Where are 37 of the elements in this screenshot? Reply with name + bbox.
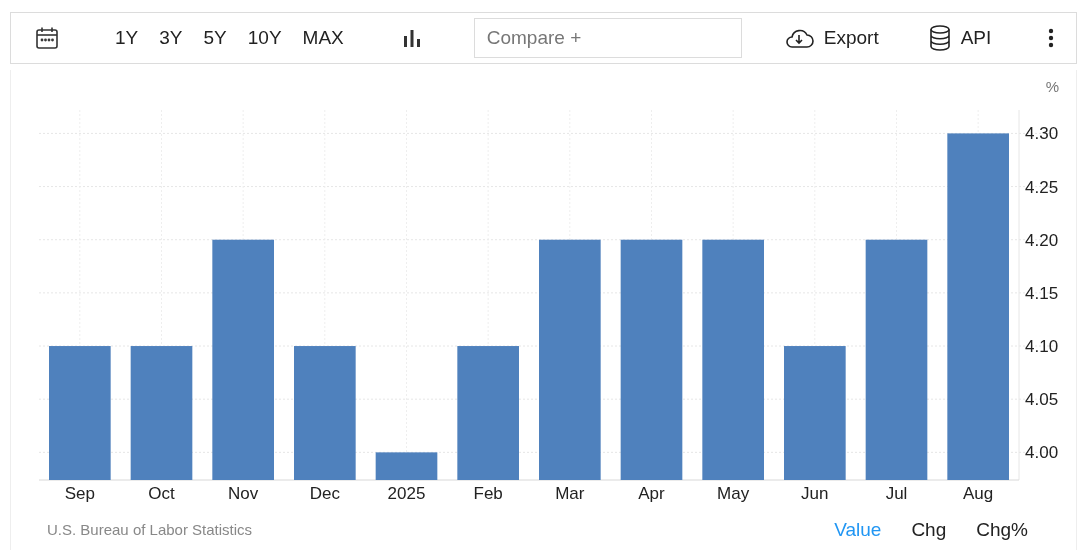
range-button[interactable]: 1Y xyxy=(115,23,139,53)
bar xyxy=(375,452,438,480)
x-axis-label: Jul xyxy=(885,484,908,503)
x-axis-label: Sep xyxy=(64,484,95,503)
range-button[interactable]: MAX xyxy=(302,23,344,53)
y-axis-label: 4.05 xyxy=(1025,390,1059,410)
more-icon[interactable] xyxy=(1048,28,1054,48)
range-button[interactable]: 5Y xyxy=(203,23,227,53)
y-axis-label: 4.15 xyxy=(1025,283,1059,303)
range-button[interactable]: 10Y xyxy=(247,23,282,53)
x-axis-label: Mar xyxy=(555,484,585,503)
x-axis-label: Dec xyxy=(309,484,340,503)
x-axis-label: Oct xyxy=(148,484,175,503)
y-axis-label: 4.25 xyxy=(1025,177,1059,197)
y-axis-label: 4.10 xyxy=(1025,337,1059,357)
y-axis-label: 4.20 xyxy=(1025,230,1059,250)
source-text: U.S. Bureau of Labor Statistics xyxy=(47,519,253,540)
compare-field[interactable]: Compare + xyxy=(473,18,742,58)
range-button[interactable]: 3Y xyxy=(159,23,183,53)
x-axis-label: 2025 xyxy=(387,484,426,503)
x-axis-label: Nov xyxy=(228,484,259,503)
x-axis-label: Feb xyxy=(473,484,503,503)
export-button[interactable]: Export xyxy=(783,23,879,53)
api-button[interactable]: API xyxy=(928,23,992,53)
x-axis-label: May xyxy=(717,484,750,503)
database-icon xyxy=(928,25,951,51)
x-axis-label: Apr xyxy=(638,484,665,503)
x-axis-label: Jun xyxy=(801,484,829,503)
unit-label: % xyxy=(1045,78,1059,95)
view-tab[interactable]: Chg% xyxy=(976,515,1028,545)
view-tab[interactable]: Chg xyxy=(911,515,947,545)
cloud-download-icon xyxy=(783,27,814,49)
calendar-icon[interactable] xyxy=(35,26,59,50)
y-axis-label: 4.30 xyxy=(1025,124,1059,144)
y-axis-label: 4.00 xyxy=(1025,443,1059,463)
bar-chart-icon[interactable] xyxy=(401,28,422,48)
x-axis-label: Aug xyxy=(963,484,994,503)
